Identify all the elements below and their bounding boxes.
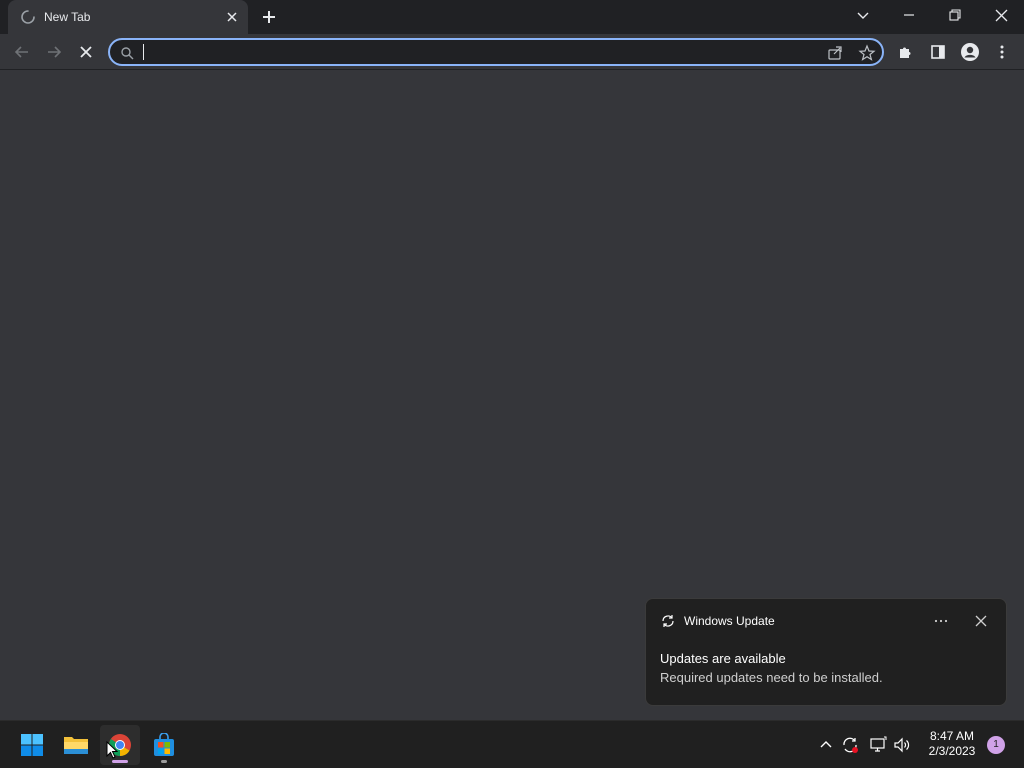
restore-icon <box>949 9 961 21</box>
tab-close-icon[interactable] <box>224 9 240 25</box>
close-icon[interactable] <box>970 611 992 631</box>
profile-avatar-icon <box>961 43 979 61</box>
restore-button[interactable] <box>942 4 968 26</box>
notification-count-badge[interactable]: 1 <box>987 736 1005 754</box>
mouse-cursor-icon <box>106 741 118 759</box>
forward-button[interactable] <box>42 40 66 64</box>
side-panel-icon <box>931 45 945 59</box>
file-explorer-button[interactable] <box>56 725 96 765</box>
close-icon <box>995 9 1007 21</box>
more-options-icon[interactable] <box>930 611 952 631</box>
sync-refresh-icon <box>662 615 674 627</box>
start-button[interactable] <box>12 725 52 765</box>
text-cursor <box>143 44 144 60</box>
windows-update-notification[interactable]: Windows Update Updates are available Req… <box>645 598 1007 706</box>
window-close-button[interactable] <box>988 4 1014 26</box>
loading-spinner-icon <box>21 10 35 24</box>
taskbar-clock[interactable]: 8:47 AM 2/3/2023 <box>922 729 982 759</box>
volume-button[interactable] <box>892 735 912 755</box>
folder-icon <box>64 737 88 754</box>
taskbar: 8:47 AM 2/3/2023 1 <box>0 720 1024 768</box>
extensions-button[interactable] <box>894 40 918 64</box>
network-icon <box>870 736 887 752</box>
update-tray-button[interactable] <box>840 735 860 755</box>
notification-heading: Updates are available <box>660 651 786 666</box>
running-app-indicator <box>161 760 167 763</box>
network-button[interactable] <box>868 735 888 755</box>
show-hidden-icons-button[interactable] <box>816 735 836 755</box>
notification-app-name: Windows Update <box>684 614 775 628</box>
arrow-left-icon <box>14 46 28 58</box>
microsoft-store-button[interactable] <box>144 725 184 765</box>
bookmark-star-icon[interactable] <box>858 44 876 62</box>
search-icon <box>121 47 134 60</box>
back-button[interactable] <box>10 40 34 64</box>
chevron-down-icon <box>857 12 869 19</box>
active-app-indicator <box>112 760 128 763</box>
profile-button[interactable] <box>958 40 982 64</box>
stop-loading-button[interactable] <box>74 40 98 64</box>
browser-menu-button[interactable] <box>990 40 1014 64</box>
store-icon <box>154 733 174 756</box>
arrow-right-icon <box>48 46 62 58</box>
clock-date: 2/3/2023 <box>928 744 976 758</box>
sync-update-icon <box>843 737 858 753</box>
address-input[interactable] <box>142 43 802 61</box>
side-panel-button[interactable] <box>926 40 950 64</box>
puzzle-piece-icon <box>900 47 911 58</box>
address-bar[interactable] <box>108 38 884 66</box>
tab-strip: New Tab <box>0 0 1024 34</box>
chevron-up-icon <box>820 741 832 748</box>
tab-search-button[interactable] <box>850 4 876 26</box>
speaker-volume-icon <box>894 737 910 753</box>
minimize-icon <box>904 14 914 16</box>
clock-time: 8:47 AM <box>929 729 975 743</box>
tab-new-tab[interactable]: New Tab <box>8 0 248 34</box>
windows-logo-icon <box>21 734 43 756</box>
share-icon[interactable] <box>826 44 844 62</box>
notification-body: Required updates need to be installed. <box>660 670 883 685</box>
close-icon <box>80 46 92 58</box>
browser-toolbar <box>0 34 1024 70</box>
minimize-button[interactable] <box>896 4 922 26</box>
kebab-menu-icon <box>1000 45 1004 59</box>
tab-title: New Tab <box>44 10 91 24</box>
new-tab-plus-icon[interactable] <box>260 8 278 26</box>
